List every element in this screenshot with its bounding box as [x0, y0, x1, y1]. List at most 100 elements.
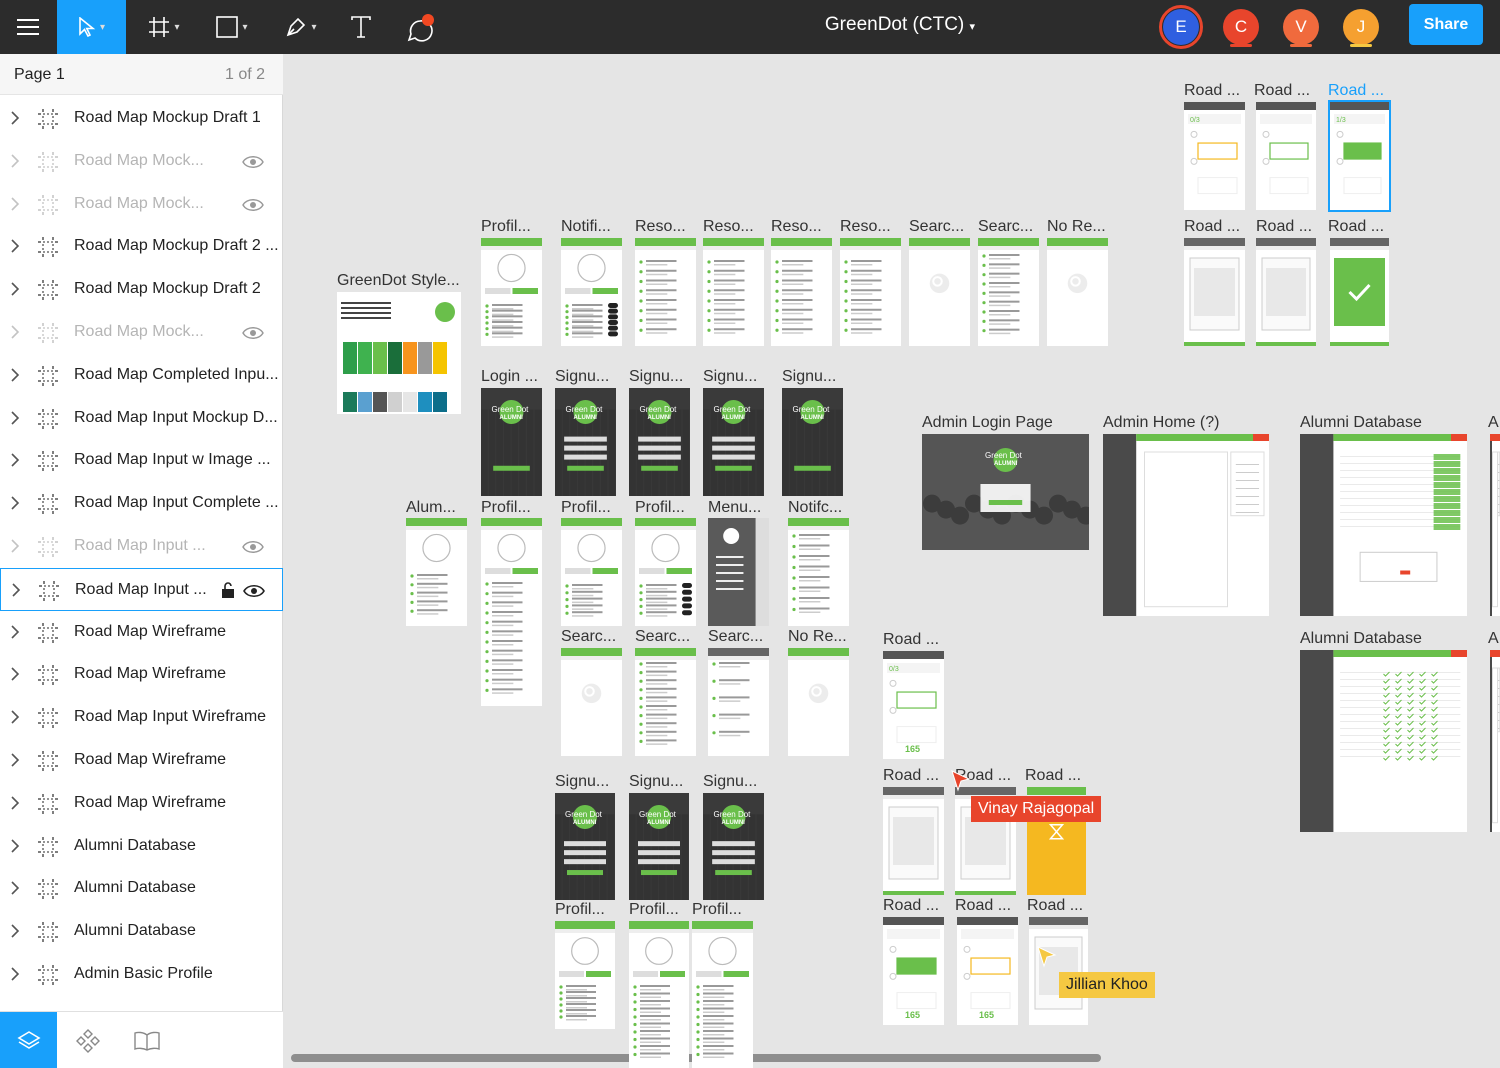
- frame-label[interactable]: Searc...: [635, 628, 690, 646]
- signup-artboard[interactable]: Green Dot ALUMNI: [481, 388, 542, 496]
- frame-label[interactable]: Signu...: [629, 368, 683, 386]
- frame-label[interactable]: Signu...: [782, 368, 836, 386]
- avatar[interactable]: C: [1223, 9, 1259, 45]
- frame-label[interactable]: Road ...: [883, 767, 939, 785]
- tab-library[interactable]: [118, 1012, 175, 1068]
- artboard[interactable]: [978, 238, 1039, 346]
- artboard[interactable]: [788, 518, 849, 626]
- chevron-right-icon[interactable]: [9, 796, 21, 810]
- layer-row[interactable]: Road Map Completed Inpu...: [0, 354, 283, 397]
- frame-label[interactable]: Profil...: [629, 901, 679, 919]
- offscreen-artboard[interactable]: [1484, 434, 1500, 616]
- artboard[interactable]: [481, 238, 542, 346]
- frame-label[interactable]: Road ...: [1254, 82, 1310, 100]
- frame-label[interactable]: Searc...: [561, 628, 616, 646]
- avatar[interactable]: V: [1283, 9, 1319, 45]
- frame-label[interactable]: Alumni Database: [1300, 414, 1422, 432]
- frame-label[interactable]: Road ...: [1184, 218, 1240, 236]
- offscreen-artboard[interactable]: [1484, 650, 1500, 832]
- artboard[interactable]: [1029, 917, 1088, 1025]
- chevron-right-icon[interactable]: [9, 539, 21, 553]
- chevron-right-icon[interactable]: [9, 282, 21, 296]
- artboard[interactable]: [703, 238, 764, 346]
- layer-row[interactable]: Road Map Mockup Draft 2: [0, 268, 283, 311]
- frame-label[interactable]: Searc...: [909, 218, 964, 236]
- chevron-right-icon[interactable]: [9, 368, 21, 382]
- frame-label[interactable]: Profil...: [481, 499, 531, 517]
- layer-row[interactable]: Road Map Input ...: [0, 525, 283, 568]
- chevron-right-icon[interactable]: [9, 625, 21, 639]
- frame-label[interactable]: Admin Home (?): [1103, 414, 1219, 432]
- chevron-right-icon[interactable]: [9, 411, 21, 425]
- road-map-artboard[interactable]: 0/3: [1184, 102, 1245, 210]
- signup-artboard[interactable]: Green Dot ALUMNI: [629, 388, 690, 496]
- layer-row[interactable]: Alumni Database: [0, 867, 283, 910]
- frame-label[interactable]: Road ...: [883, 897, 939, 915]
- chevron-right-icon[interactable]: [9, 453, 21, 467]
- layer-row[interactable]: Road Map Wireframe: [0, 739, 283, 782]
- artboard[interactable]: [635, 238, 696, 346]
- frame-label[interactable]: A: [1488, 630, 1499, 648]
- signup-artboard[interactable]: Green Dot ALUMNI: [555, 388, 616, 496]
- tab-components[interactable]: [59, 1012, 116, 1068]
- frame-label[interactable]: Road ...: [1328, 218, 1384, 236]
- frame-label[interactable]: Profil...: [481, 218, 531, 236]
- layer-row[interactable]: Road Map Mock...: [0, 311, 283, 354]
- frame-label[interactable]: Profil...: [561, 499, 611, 517]
- alumni-database-artboard[interactable]: [1300, 650, 1467, 832]
- layer-row[interactable]: Road Map Input Complete ...: [0, 482, 283, 525]
- frame-label[interactable]: Reso...: [635, 218, 686, 236]
- chevron-right-icon[interactable]: [9, 839, 21, 853]
- chevron-right-icon[interactable]: [9, 239, 21, 253]
- page-selector[interactable]: Page 1 1 of 2: [0, 54, 283, 95]
- frame-label[interactable]: Road ...: [1184, 82, 1240, 100]
- eye-icon[interactable]: [242, 155, 264, 169]
- chevron-right-icon[interactable]: [9, 967, 21, 981]
- design-canvas[interactable]: GreenDot Style... Profil... Notifi... Reso.…: [283, 54, 1500, 1068]
- layer-row[interactable]: Road Map Input Mockup D...: [0, 397, 283, 440]
- chevron-right-icon[interactable]: [9, 154, 21, 168]
- artboard[interactable]: [561, 238, 622, 346]
- frame-label[interactable]: No Re...: [1047, 218, 1106, 236]
- road-map-artboard[interactable]: 1/3: [1328, 100, 1391, 212]
- frame-label[interactable]: Alumni Database: [1300, 630, 1422, 648]
- artboard[interactable]: [883, 787, 944, 895]
- artboard[interactable]: [561, 518, 622, 626]
- frame-label[interactable]: Admin Login Page: [922, 414, 1053, 432]
- tab-layers[interactable]: [0, 1012, 57, 1068]
- chevron-right-icon[interactable]: [9, 496, 21, 510]
- layer-row[interactable]: Road Map Mockup Draft 2 ...: [0, 225, 283, 268]
- artboard[interactable]: [561, 648, 622, 756]
- artboard[interactable]: [1184, 238, 1245, 346]
- artboard[interactable]: [909, 238, 970, 346]
- artboard[interactable]: [481, 518, 542, 706]
- chevron-right-icon[interactable]: [10, 583, 22, 597]
- frame-label[interactable]: Notifi...: [561, 218, 611, 236]
- eye-icon[interactable]: [242, 540, 264, 554]
- artboard[interactable]: [555, 921, 615, 1029]
- layer-row[interactable]: Road Map Wireframe: [0, 611, 283, 654]
- frame-label[interactable]: Signu...: [703, 368, 757, 386]
- frame-label[interactable]: Reso...: [703, 218, 754, 236]
- layer-row[interactable]: Road Map Mock...: [0, 140, 283, 183]
- layer-row[interactable]: Admin Basic Profile: [0, 953, 283, 996]
- layer-row[interactable]: Road Map Wireframe: [0, 782, 283, 825]
- layer-row[interactable]: Alumni Database: [0, 910, 283, 953]
- signup-artboard[interactable]: Green Dot ALUMNI: [629, 793, 689, 900]
- lock-icon[interactable]: [221, 581, 235, 599]
- frame-label[interactable]: Notifc...: [788, 499, 842, 517]
- layer-row[interactable]: Road Map Mockup Draft 1: [0, 97, 283, 140]
- layer-row[interactable]: Road Map Mock...: [0, 183, 283, 226]
- chevron-right-icon[interactable]: [9, 325, 21, 339]
- artboard[interactable]: [1330, 238, 1389, 346]
- admin-home-artboard[interactable]: [1103, 434, 1269, 616]
- frame-label[interactable]: GreenDot Style...: [337, 272, 460, 290]
- artboard[interactable]: [1047, 238, 1108, 346]
- artboard[interactable]: [406, 518, 467, 626]
- frame-label[interactable]: Login ...: [481, 368, 538, 386]
- frame-label[interactable]: Road ...: [955, 897, 1011, 915]
- frame-label[interactable]: A: [1488, 414, 1499, 432]
- style-guide-artboard[interactable]: [337, 292, 461, 414]
- road-map-artboard[interactable]: 165: [957, 917, 1018, 1025]
- eye-icon[interactable]: [243, 584, 265, 598]
